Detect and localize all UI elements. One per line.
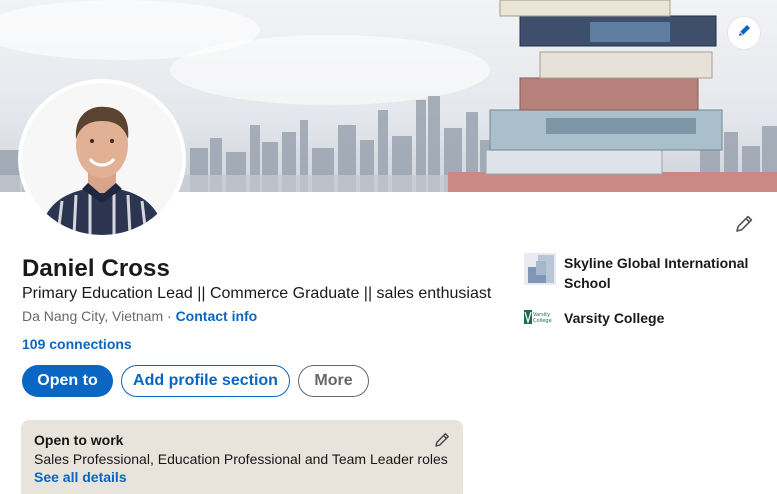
- varsity-college-logo-icon: Varsity College: [524, 308, 556, 328]
- open-to-button[interactable]: Open to: [22, 365, 113, 397]
- location-row: Da Nang City, Vietnam · Contact info: [22, 308, 257, 324]
- more-button[interactable]: More: [298, 365, 369, 397]
- open-to-work-card[interactable]: Open to work Sales Professional, Educati…: [21, 420, 463, 494]
- edit-intro-button[interactable]: [730, 212, 758, 240]
- pencil-icon: [733, 213, 755, 240]
- see-all-details-link[interactable]: See all details: [34, 469, 450, 485]
- pencil-icon: [433, 433, 451, 453]
- profile-photo[interactable]: [18, 79, 186, 239]
- pencil-icon: [736, 23, 752, 44]
- connections-link[interactable]: 109 connections: [22, 336, 132, 352]
- experience-item-skyline[interactable]: Skyline Global International School: [524, 253, 754, 293]
- education-name: Varsity College: [564, 310, 665, 326]
- profile-headline: Primary Education Lead || Commerce Gradu…: [22, 285, 492, 302]
- edit-open-to-work-button[interactable]: [433, 431, 451, 449]
- edit-banner-button[interactable]: [728, 17, 760, 49]
- separator: ·: [167, 308, 172, 324]
- profile-location: Da Nang City, Vietnam: [22, 308, 164, 324]
- add-profile-section-button[interactable]: Add profile section: [121, 365, 290, 397]
- education-item-varsity[interactable]: Varsity College Varsity College: [524, 308, 754, 328]
- profile-name: Daniel Cross: [22, 255, 170, 282]
- open-to-work-description: Sales Professional, Education Profession…: [34, 451, 448, 467]
- varsity-logo-text-line2: College: [533, 318, 552, 324]
- contact-info-link[interactable]: Contact info: [176, 308, 258, 324]
- experience-name: Skyline Global International School: [564, 255, 749, 291]
- skyline-logo-icon: [524, 253, 556, 285]
- open-to-work-title: Open to work: [34, 432, 124, 448]
- avatar: [22, 83, 182, 235]
